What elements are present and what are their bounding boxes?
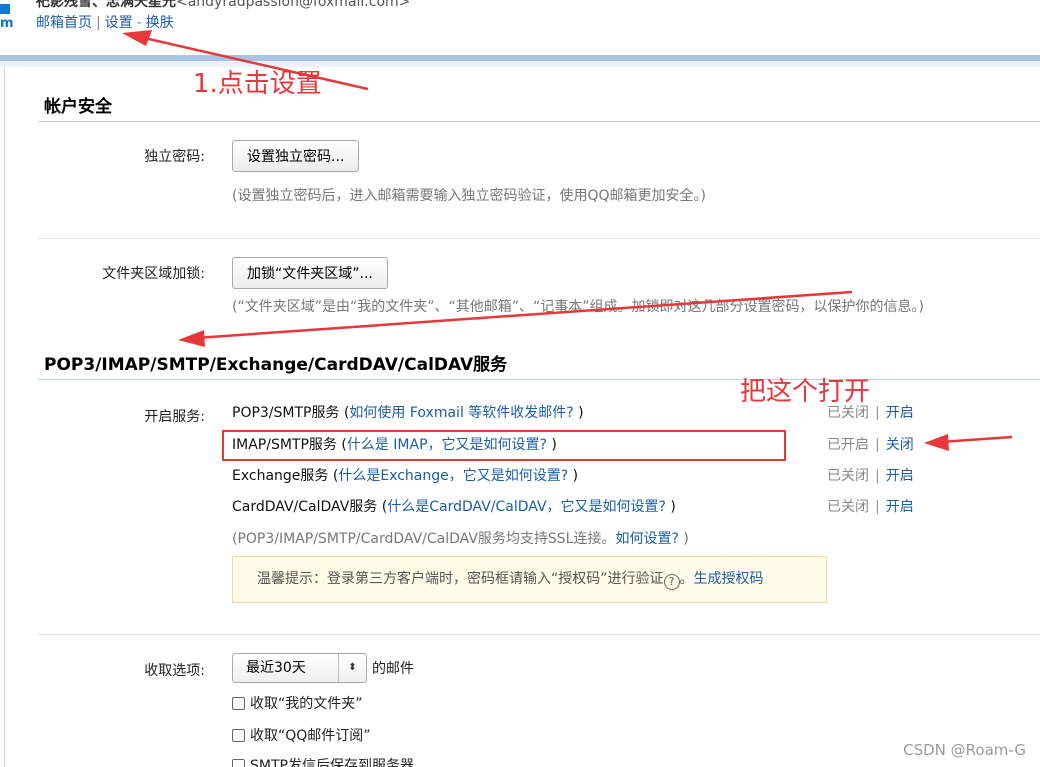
annotation-click-settings: 1.点击设置	[193, 69, 322, 99]
status-text: 已关闭	[827, 499, 869, 515]
annotation-turn-on: 把这个打开	[740, 377, 871, 407]
mailbox-home-link[interactable]: 邮箱首页	[36, 15, 92, 31]
independent-password-label: 独立密码:	[144, 149, 205, 165]
pop3-smtp-toggle-link[interactable]: 开启	[886, 405, 914, 421]
header-nav: 邮箱首页 | 设置 - 换肤	[36, 12, 174, 32]
checkbox[interactable]	[232, 697, 245, 710]
mail-header: m 祀影残雪、忠满天星光<andyradpassion@foxmail.com>…	[0, 0, 1040, 56]
mail-logo: m	[0, 0, 14, 34]
select-value: 最近30天	[246, 660, 306, 676]
status-text: 已开启	[827, 437, 869, 453]
folder-lock-label: 文件夹区域加锁:	[102, 266, 205, 282]
service-name: POP3/SMTP服务	[232, 405, 340, 421]
imap-smtp-status: 已开启 | 关闭	[827, 437, 914, 453]
lock-folder-area-button[interactable]: 加锁“文件夹区域”...	[232, 257, 388, 289]
receive-period-select[interactable]: 最近30天 ⬍	[232, 653, 367, 683]
checkbox[interactable]	[232, 729, 245, 742]
service-help-link[interactable]: 如何使用 Foxmail 等软件收发邮件?	[349, 405, 573, 421]
ssl-howto-link[interactable]: 如何设置?	[615, 531, 678, 547]
nav-separator: |	[96, 15, 101, 31]
exchange-service: Exchange服务 (什么是Exchange，它又是如何设置? )	[232, 468, 579, 484]
select-arrow-icon: ⬍	[338, 654, 366, 682]
row-divider	[38, 634, 1040, 635]
section-underline	[38, 379, 1040, 380]
tip-text: 温馨提示：登录第三方客户端时，密码框请输入“授权码”进行验证	[257, 571, 664, 587]
independent-password-hint: (设置独立密码后，进入邮箱需要输入独立密码验证，使用QQ邮箱更加安全。)	[232, 188, 706, 204]
nav-separator: -	[136, 15, 142, 31]
receive-my-folders-option[interactable]: 收取“我的文件夹”	[232, 693, 363, 713]
ssl-note: (POP3/IMAP/SMTP/CardDAV/CalDAV服务均支持SSL连接…	[232, 531, 689, 547]
carddav-caldav-toggle-link[interactable]: 开启	[886, 499, 914, 515]
service-help-link[interactable]: 什么是CardDAV/CalDAV，它又是如何设置?	[387, 499, 666, 515]
receive-suffix: 的邮件	[372, 661, 414, 677]
imap-highlight-box	[222, 430, 786, 461]
user-identity: 祀影残雪、忠满天星光<andyradpassion@foxmail.com>	[36, 0, 410, 11]
service-help-link[interactable]: 什么是Exchange，它又是如何设置?	[338, 468, 568, 484]
section-underline	[38, 121, 1040, 122]
enable-services-label: 开启服务:	[144, 409, 205, 425]
question-icon[interactable]: ?	[663, 574, 680, 590]
user-name: 祀影残雪、忠满天星光	[36, 0, 176, 10]
carddav-caldav-status: 已关闭 | 开启	[827, 499, 914, 515]
set-independent-password-button[interactable]: 设置独立密码...	[232, 140, 360, 172]
logo-bar	[0, 4, 10, 14]
service-name: CardDAV/CalDAV服务	[232, 499, 378, 515]
checkbox[interactable]	[232, 759, 245, 767]
generate-auth-code-link[interactable]: 生成授权码	[694, 571, 764, 587]
exchange-status: 已关闭 | 开启	[827, 468, 914, 484]
settings-link[interactable]: 设置	[105, 15, 133, 31]
user-email: <andyradpassion@foxmail.com>	[176, 0, 411, 10]
receive-options-label: 收取选项:	[144, 663, 205, 679]
imap-smtp-toggle-link[interactable]: 关闭	[886, 437, 914, 453]
service-name: Exchange服务	[232, 468, 329, 484]
auth-code-tip: 温馨提示：登录第三方客户端时，密码框请输入“授权码”进行验证? 。生成授权码	[232, 556, 827, 603]
folder-lock-hint: (“文件夹区域”是由“我的文件夹”、“其他邮箱”、“记事本”组成。加锁即对这几部…	[232, 299, 924, 315]
receive-qq-subscription-option[interactable]: 收取“QQ邮件订阅”	[232, 725, 371, 745]
qq-mail-settings-page: m 祀影残雪、忠满天星光<andyradpassion@foxmail.com>…	[0, 0, 1040, 767]
status-text: 已关闭	[827, 468, 869, 484]
skin-link[interactable]: 换肤	[146, 15, 174, 31]
save-smtp-sent-option[interactable]: SMTP发信后保存到服务器	[232, 755, 414, 767]
row-divider	[38, 238, 1040, 239]
protocol-services-title: POP3/IMAP/SMTP/Exchange/CardDAV/CalDAV服务	[44, 355, 508, 375]
csdn-watermark: CSDN @Roam-G	[903, 741, 1026, 759]
carddav-caldav-service: CardDAV/CalDAV服务 (什么是CardDAV/CalDAV，它又是如…	[232, 499, 676, 515]
pop3-smtp-service: POP3/SMTP服务 (如何使用 Foxmail 等软件收发邮件? )	[232, 405, 584, 421]
exchange-toggle-link[interactable]: 开启	[886, 468, 914, 484]
account-security-title: 帐户安全	[44, 97, 112, 117]
logo-letter: m	[0, 16, 14, 31]
